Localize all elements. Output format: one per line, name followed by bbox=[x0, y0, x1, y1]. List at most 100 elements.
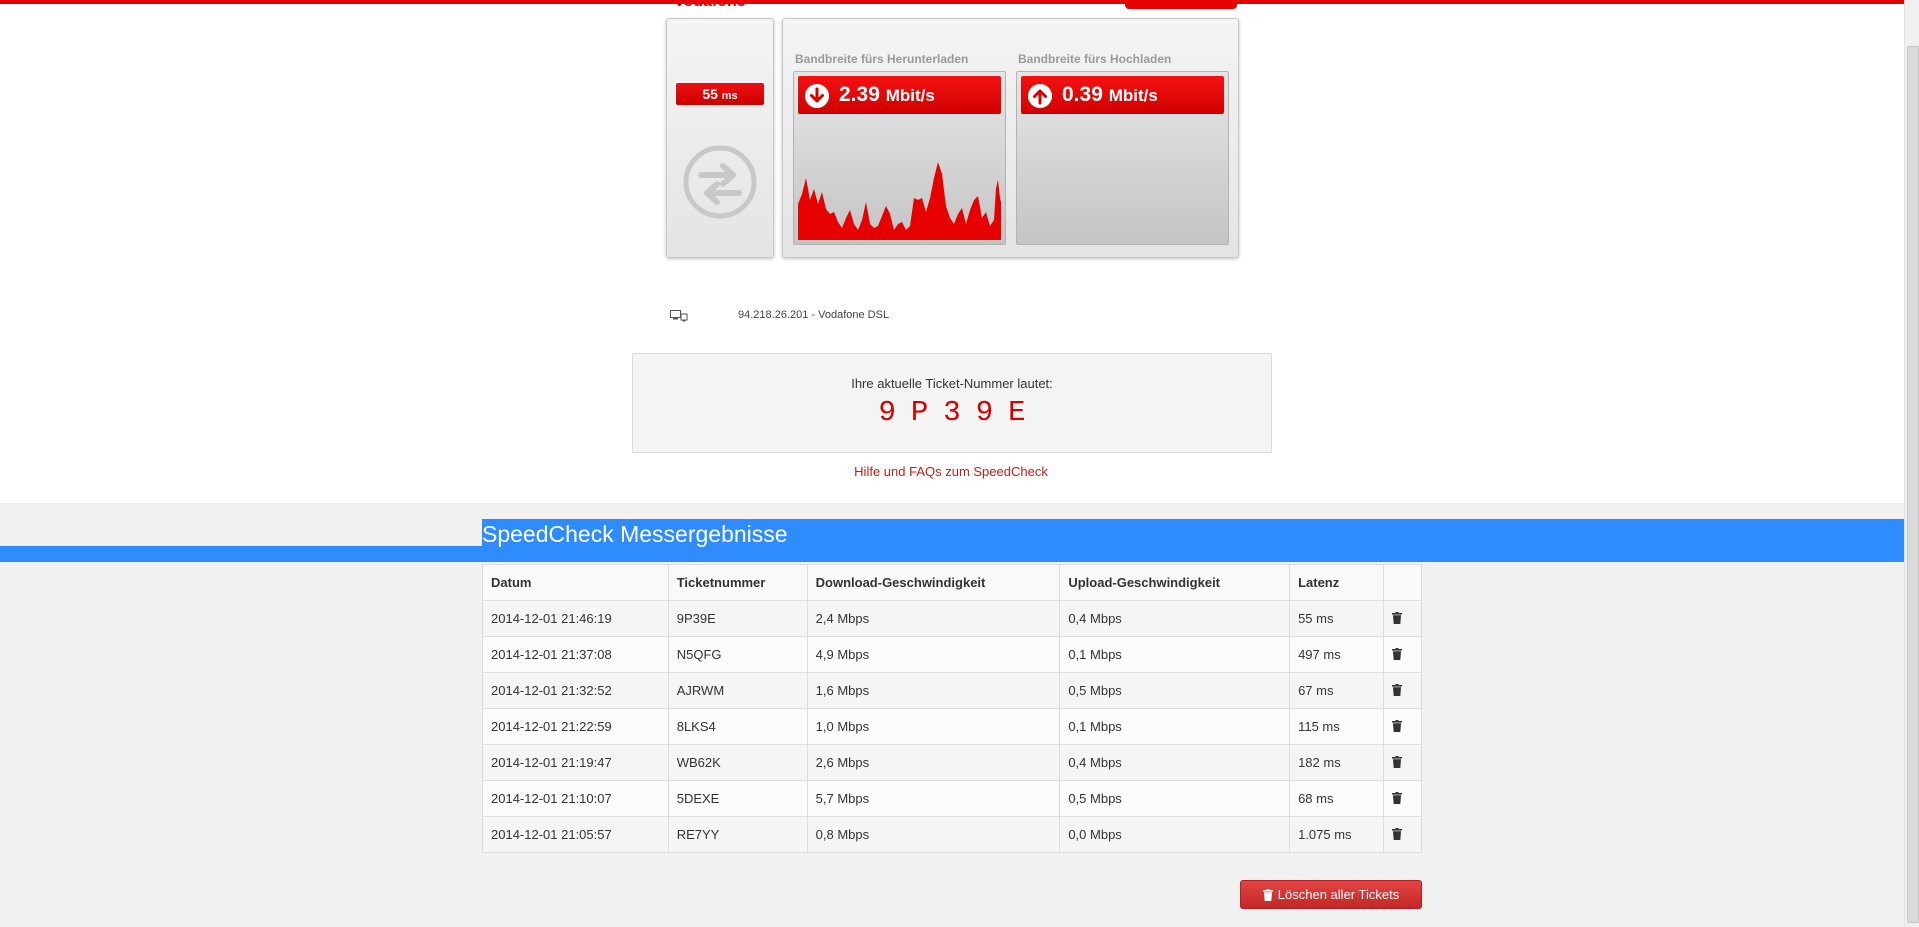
download-value: 2.39 bbox=[839, 83, 880, 106]
table-row: 2014-12-01 21:19:47 WB62K 2,6 Mbps 0,4 Mbps… bbox=[482, 744, 1423, 781]
table-row: 2014-12-01 21:46:19 9P39E 2,4 Mbps 0,4 Mbps… bbox=[482, 600, 1423, 637]
help-faq-link[interactable]: Hilfe und FAQs zum SpeedCheck bbox=[632, 464, 1270, 479]
row-delete-cell bbox=[1382, 672, 1423, 709]
row-date: 2014-12-01 21:22:59 bbox=[482, 708, 669, 745]
download-box: 2.39 Mbit/s bbox=[793, 71, 1006, 245]
column-header-latency: Latenz bbox=[1289, 564, 1384, 601]
trash-icon[interactable] bbox=[1391, 719, 1402, 734]
trash-icon[interactable] bbox=[1391, 791, 1402, 806]
row-upload: 0,5 Mbps bbox=[1059, 780, 1291, 817]
upload-speed: 0.39 Mbit/s bbox=[1062, 83, 1158, 107]
table-row: 2014-12-01 21:05:57 RE7YY 0,8 Mbps 0,0 Mbps… bbox=[482, 816, 1423, 853]
row-date: 2014-12-01 21:32:52 bbox=[482, 672, 669, 709]
row-date: 2014-12-01 21:05:57 bbox=[482, 816, 669, 853]
latency-unit: ms bbox=[721, 90, 738, 102]
row-upload: 0,1 Mbps bbox=[1059, 708, 1291, 745]
download-header: 2.39 Mbit/s bbox=[798, 76, 1001, 114]
header-button[interactable] bbox=[1125, 0, 1237, 9]
row-latency: 67 ms bbox=[1289, 672, 1384, 709]
arrow-up-circle-icon bbox=[1028, 84, 1052, 108]
row-download: 2,6 Mbps bbox=[806, 744, 1061, 781]
column-header-upload: Upload-Geschwindigkeit bbox=[1059, 564, 1291, 601]
row-date: 2014-12-01 21:37:08 bbox=[482, 636, 669, 673]
trash-icon[interactable] bbox=[1391, 827, 1402, 842]
column-header-ticket: Ticketnummer bbox=[667, 564, 808, 601]
row-ticket: 8LKS4 bbox=[667, 708, 808, 745]
row-ticket: 5DEXE bbox=[667, 780, 808, 817]
row-download: 1,0 Mbps bbox=[806, 708, 1061, 745]
column-header-date: Datum bbox=[482, 564, 669, 601]
column-header-download: Download-Geschwindigkeit bbox=[806, 564, 1061, 601]
row-upload: 0,5 Mbps bbox=[1059, 672, 1291, 709]
results-body: 2014-12-01 21:46:19 9P39E 2,4 Mbps 0,4 Mbps… bbox=[482, 600, 1423, 853]
delete-all-label: Löschen aller Tickets bbox=[1277, 887, 1400, 902]
row-delete-cell bbox=[1382, 744, 1423, 781]
row-latency: 68 ms bbox=[1289, 780, 1384, 817]
trash-icon[interactable] bbox=[1391, 683, 1402, 698]
row-latency: 55 ms bbox=[1289, 600, 1384, 637]
table-row: 2014-12-01 21:10:07 5DEXE 5,7 Mbps 0,5 Mbps… bbox=[482, 780, 1423, 817]
row-upload: 0,1 Mbps bbox=[1059, 636, 1291, 673]
delete-all-tickets-button[interactable]: Löschen aller Tickets bbox=[1240, 880, 1422, 909]
download-graph bbox=[798, 162, 1001, 240]
trash-icon[interactable] bbox=[1391, 611, 1402, 626]
row-download: 1,6 Mbps bbox=[806, 672, 1061, 709]
ticket-label: Ihre aktuelle Ticket-Nummer lautet: bbox=[851, 376, 1053, 391]
row-date: 2014-12-01 21:19:47 bbox=[482, 744, 669, 781]
row-date: 2014-12-01 21:46:19 bbox=[482, 600, 669, 637]
row-ticket: N5QFG bbox=[667, 636, 808, 673]
row-delete-cell bbox=[1382, 600, 1423, 637]
arrow-down-circle-icon bbox=[805, 84, 829, 108]
trash-icon[interactable] bbox=[1391, 647, 1402, 662]
download-label: Bandbreite fürs Herunterladen bbox=[795, 52, 969, 66]
table-row: 2014-12-01 21:32:52 AJRWM 1,6 Mbps 0,5 Mbps… bbox=[482, 672, 1423, 709]
latency-badge: 55 ms bbox=[676, 83, 764, 105]
row-latency: 497 ms bbox=[1289, 636, 1384, 673]
row-delete-cell bbox=[1382, 780, 1423, 817]
row-download: 0,8 Mbps bbox=[806, 816, 1061, 853]
ticket-box: Ihre aktuelle Ticket-Nummer lautet: 9P39… bbox=[632, 353, 1272, 453]
upload-label: Bandbreite fürs Hochladen bbox=[1018, 52, 1172, 66]
row-download: 5,7 Mbps bbox=[806, 780, 1061, 817]
row-latency: 1.075 ms bbox=[1289, 816, 1384, 853]
brand-logo-text: Vodafone bbox=[674, 0, 746, 10]
row-date: 2014-12-01 21:10:07 bbox=[482, 780, 669, 817]
trash-icon[interactable] bbox=[1391, 755, 1402, 770]
upload-value: 0.39 bbox=[1062, 83, 1103, 106]
latency-value: 55 bbox=[702, 86, 718, 102]
row-upload: 0,4 Mbps bbox=[1059, 600, 1291, 637]
download-speed: 2.39 Mbit/s bbox=[839, 83, 935, 107]
upload-header: 0.39 Mbit/s bbox=[1021, 76, 1224, 114]
row-download: 2,4 Mbps bbox=[806, 600, 1061, 637]
row-ticket: RE7YY bbox=[667, 816, 808, 853]
row-ticket: WB62K bbox=[667, 744, 808, 781]
connection-info: 94.218.26.201 - Vodafone DSL bbox=[670, 308, 930, 324]
upload-box: 0.39 Mbit/s bbox=[1016, 71, 1229, 245]
row-delete-cell bbox=[1382, 636, 1423, 673]
row-delete-cell bbox=[1382, 816, 1423, 853]
top-accent-bar bbox=[0, 0, 1919, 4]
page-scrollbar[interactable] bbox=[1904, 0, 1919, 927]
bandwidth-panel: Bandbreite fürs Herunterladen Bandbreite… bbox=[782, 18, 1239, 258]
results-table: Datum Ticketnummer Download-Geschwindigk… bbox=[482, 564, 1423, 853]
results-title: SpeedCheck Messergebnisse bbox=[482, 521, 788, 547]
row-delete-cell bbox=[1382, 708, 1423, 745]
row-latency: 115 ms bbox=[1289, 708, 1384, 745]
table-row: 2014-12-01 21:22:59 8LKS4 1,0 Mbps 0,1 Mbps… bbox=[482, 708, 1423, 745]
results-header-row: Datum Ticketnummer Download-Geschwindigk… bbox=[482, 564, 1423, 601]
computer-network-icon bbox=[670, 310, 688, 322]
row-latency: 182 ms bbox=[1289, 744, 1384, 781]
row-upload: 0,0 Mbps bbox=[1059, 816, 1291, 853]
upload-unit: Mbit/s bbox=[1108, 86, 1158, 105]
row-download: 4,9 Mbps bbox=[806, 636, 1061, 673]
row-ticket: AJRWM bbox=[667, 672, 808, 709]
latency-panel: 55 ms bbox=[666, 18, 774, 258]
row-ticket: 9P39E bbox=[667, 600, 808, 637]
connection-text: 94.218.26.201 - Vodafone DSL bbox=[738, 309, 890, 321]
download-unit: Mbit/s bbox=[885, 86, 935, 105]
transfer-arrows-icon bbox=[683, 145, 757, 219]
table-row: 2014-12-01 21:37:08 N5QFG 4,9 Mbps 0,1 Mbps… bbox=[482, 636, 1423, 673]
ticket-number: 9P39E bbox=[878, 396, 1041, 429]
scrollbar-thumb[interactable] bbox=[1907, 46, 1919, 923]
column-header-actions bbox=[1382, 564, 1423, 601]
